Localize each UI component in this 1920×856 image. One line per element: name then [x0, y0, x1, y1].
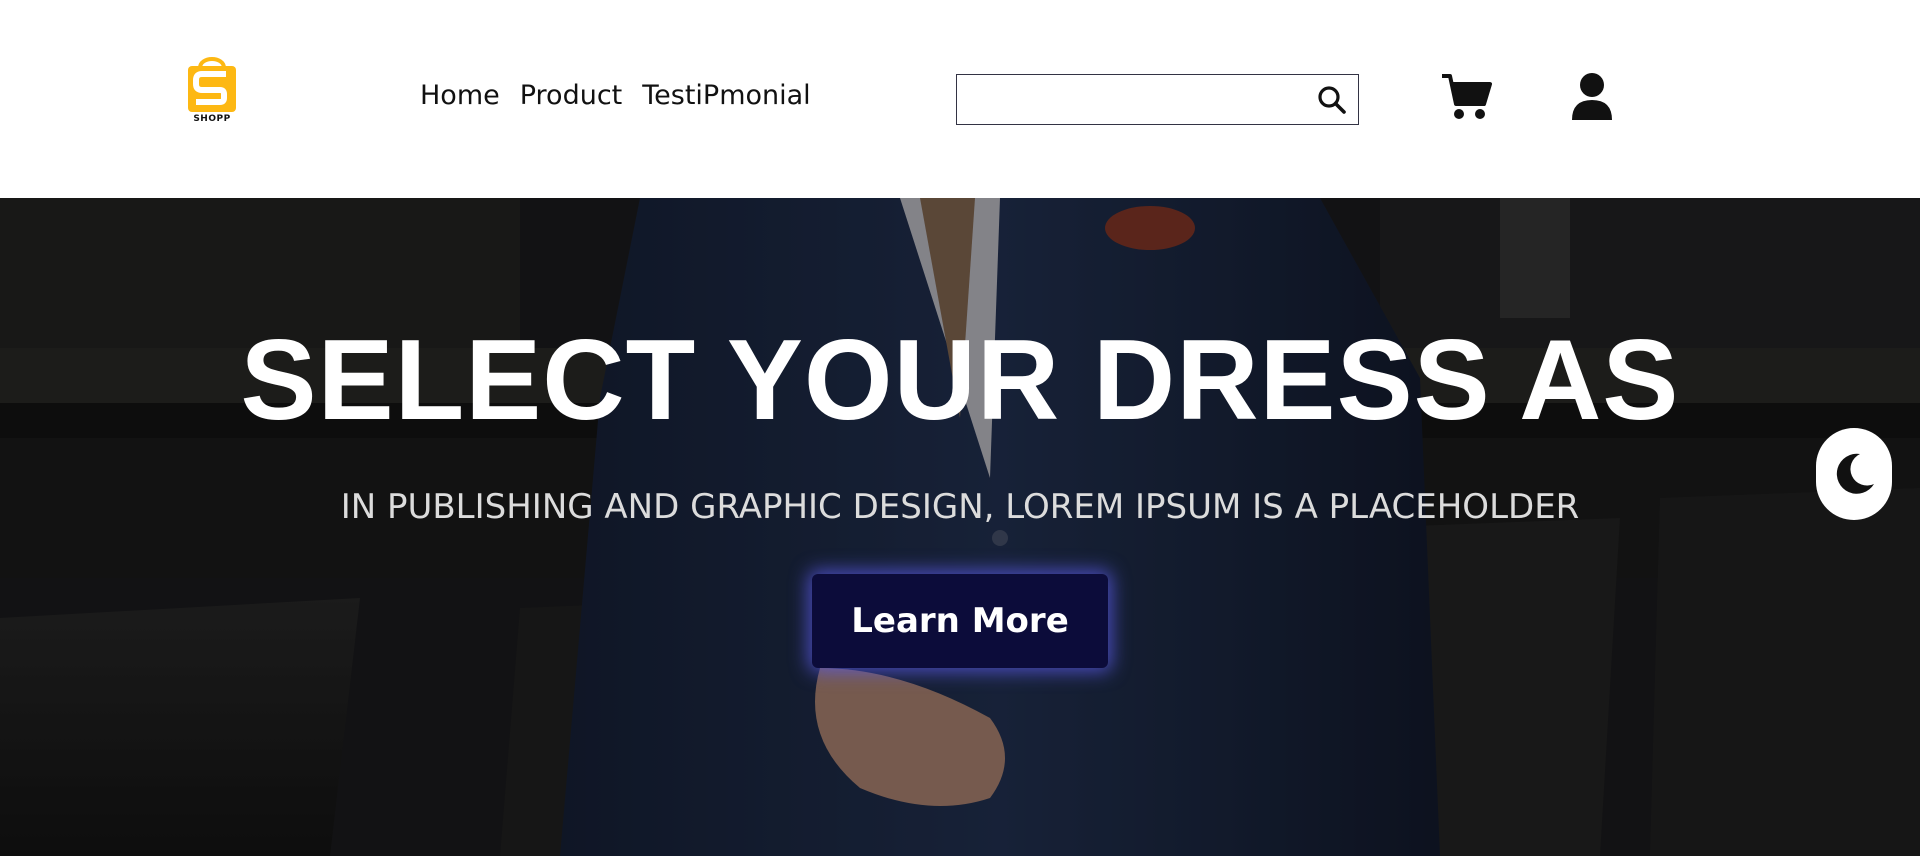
hero-banner: SELECT YOUR DRESS AS IN PUBLISHING AND G… — [0, 198, 1920, 856]
search-icon[interactable] — [1316, 84, 1348, 116]
brand-logo[interactable]: SHOPP — [184, 52, 240, 124]
hero-subtitle: IN PUBLISHING AND GRAPHIC DESIGN, LOREM … — [340, 487, 1580, 527]
hero-title: SELECT YOUR DRESS AS — [240, 317, 1680, 444]
site-header: SHOPP Home Product TestiPmonial — [0, 0, 1920, 198]
nav-item-testimonial[interactable]: TestiPmonial — [642, 76, 810, 116]
search-box — [956, 74, 1359, 125]
nav-item-product[interactable]: Product — [520, 76, 623, 116]
cart-icon[interactable] — [1440, 72, 1492, 122]
theme-toggle-button[interactable] — [1816, 428, 1892, 520]
nav-item-home[interactable]: Home — [420, 76, 500, 116]
user-icon[interactable] — [1570, 72, 1614, 122]
brand-name: SHOPP — [193, 114, 231, 124]
shopping-bag-logo-icon — [188, 57, 236, 112]
moon-icon — [1836, 453, 1874, 494]
search-input[interactable] — [957, 75, 1297, 123]
main-nav: Home Product TestiPmonial — [420, 76, 811, 116]
learn-more-button[interactable]: Learn More — [812, 574, 1108, 668]
